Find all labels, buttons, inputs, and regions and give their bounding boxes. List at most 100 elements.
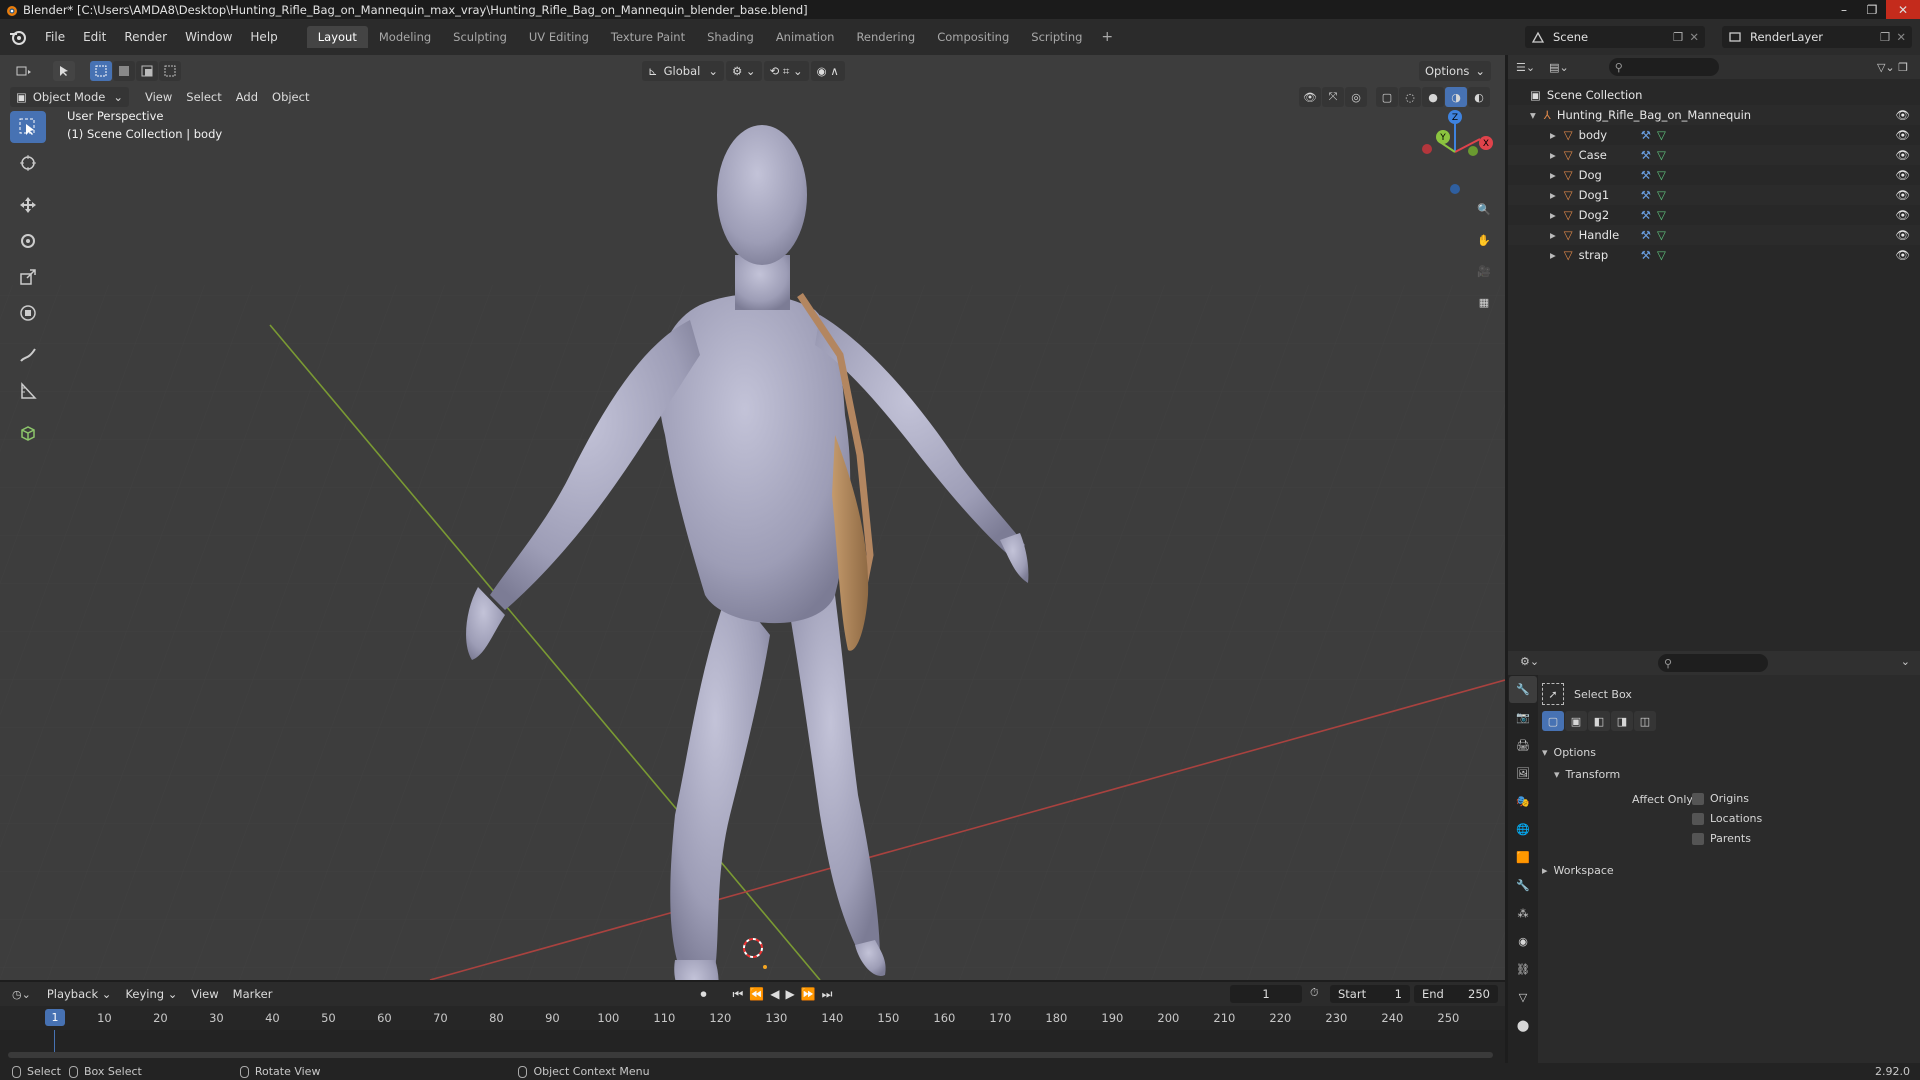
tab-shading[interactable]: Shading	[696, 26, 765, 48]
render-tab-icon[interactable]: 📷	[1509, 704, 1537, 731]
record-keyframes-icon[interactable]: ⏺	[700, 987, 706, 1002]
wireframe-shading-icon[interactable]: ◌	[1399, 87, 1421, 107]
expand-arrow-icon[interactable]: ▸	[1550, 148, 1556, 162]
keying-menu[interactable]: Keying ⌄	[119, 984, 183, 1004]
parents-checkbox[interactable]: Parents	[1692, 832, 1751, 845]
ortho-grid-icon[interactable]: ▦	[1470, 288, 1498, 316]
zoom-icon[interactable]: 🔍	[1470, 195, 1498, 223]
particles-tab-icon[interactable]: ⁂	[1509, 900, 1537, 927]
properties-search-input[interactable]: ⚲	[1658, 654, 1768, 672]
select-mode-extend-icon[interactable]: ▣	[1565, 711, 1587, 731]
workspace-section[interactable]: ▸ Workspace	[1542, 859, 1916, 881]
mesh-data-icon[interactable]: ▽	[1657, 128, 1666, 142]
timeline-scrollbar[interactable]	[8, 1052, 1493, 1058]
minimize-button[interactable]: –	[1830, 0, 1858, 19]
3d-viewport[interactable]: ⊾ Global ⌄ ⚙ ⌄ ⟲ ⌗ ⌄ ◉ ∧ Options ⌄ ▣ Obj…	[0, 55, 1505, 980]
tab-texture-paint[interactable]: Texture Paint	[600, 26, 696, 48]
outliner-collection-row[interactable]: ▾ ⅄ Hunting_Rifle_Bag_on_Mannequin 👁	[1508, 105, 1920, 125]
outliner-object-row[interactable]: ▸ ▽ Dog2 ⚒ ▽ 👁	[1508, 205, 1920, 225]
view-layer-selector[interactable]: RenderLayer ❐ ✕	[1722, 26, 1912, 48]
menu-edit[interactable]: Edit	[74, 27, 115, 47]
navigation-gizmo[interactable]: Z X Y	[1410, 107, 1500, 197]
modifier-tab-icon[interactable]: 🔧	[1509, 872, 1537, 899]
tab-sculpting[interactable]: Sculpting	[442, 26, 518, 48]
jump-start-icon[interactable]: ⏮	[732, 987, 743, 1002]
current-frame-field[interactable]: 1	[1230, 985, 1302, 1003]
timeline-view-menu[interactable]: View	[185, 984, 224, 1004]
xray-toggle-icon[interactable]: ▢	[1376, 87, 1398, 107]
select-mode-invert-icon[interactable]	[159, 61, 181, 81]
expand-arrow-icon[interactable]: ▸	[1550, 248, 1556, 262]
outliner-object-row[interactable]: ▸ ▽ Handle ⚒ ▽ 👁	[1508, 225, 1920, 245]
select-mode-new-icon[interactable]: ▢	[1542, 711, 1564, 731]
outliner-scene-collection[interactable]: ▣ Scene Collection	[1508, 85, 1920, 105]
properties-editor-icon[interactable]: ⚙⌄	[1520, 655, 1539, 668]
modifier-wrench-icon[interactable]: ⚒	[1641, 208, 1651, 222]
new-view-layer-icon[interactable]: ❐	[1880, 30, 1890, 44]
viewport-menu-object[interactable]: Object	[266, 87, 315, 107]
new-scene-icon[interactable]: ❐	[1673, 30, 1683, 44]
transform-tool-icon[interactable]	[10, 297, 46, 329]
measure-tool-icon[interactable]	[10, 375, 46, 407]
pivot-point-dropdown[interactable]: ⚙ ⌄	[725, 61, 762, 81]
timeline-ruler[interactable]: 1 10 20 30 40 50 60 70 80 90 100 110 120 130 140 150 16…	[0, 1006, 1505, 1030]
origins-checkbox[interactable]: Origins	[1692, 792, 1749, 805]
select-tool-icon[interactable]	[53, 61, 75, 81]
outliner-object-row[interactable]: ▸ ▽ Dog1 ⚒ ▽ 👁	[1508, 185, 1920, 205]
transform-orientation-dropdown[interactable]: ⊾ Global ⌄	[642, 61, 724, 81]
visibility-eye-icon[interactable]: 👁	[1895, 128, 1910, 142]
jump-keyframe-back-icon[interactable]: ⏪	[749, 987, 764, 1001]
transform-subsection[interactable]: ▾ Transform	[1542, 763, 1916, 785]
close-button[interactable]: ✕	[1886, 0, 1920, 19]
visibility-eye-icon[interactable]: 👁	[1895, 148, 1910, 162]
mesh-data-icon[interactable]: ▽	[1657, 248, 1666, 262]
select-mode-intersect-icon[interactable]: ◫	[1634, 711, 1656, 731]
viewport-menu-view[interactable]: View	[139, 87, 178, 107]
proportional-editing-toggle[interactable]: ◉ ∧	[810, 61, 845, 81]
mesh-data-icon[interactable]: ▽	[1657, 188, 1666, 202]
locations-checkbox[interactable]: Locations	[1692, 812, 1762, 825]
expand-arrow-icon[interactable]: ▸	[1550, 228, 1556, 242]
play-icon[interactable]: ▶	[785, 987, 794, 1001]
jump-end-icon[interactable]: ⏭	[822, 987, 833, 1002]
timeline-editor-icon[interactable]: ◷⌄	[12, 988, 31, 1001]
display-mode-icon[interactable]: ▤⌄	[1549, 61, 1569, 74]
playback-menu[interactable]: Playback ⌄	[41, 984, 118, 1004]
pan-hand-icon[interactable]: ✋	[1470, 226, 1498, 254]
material-shading-icon[interactable]: ◑	[1445, 87, 1467, 107]
remove-scene-icon[interactable]: ✕	[1689, 30, 1699, 44]
solid-shading-icon[interactable]: ●	[1422, 87, 1444, 107]
outliner-object-row[interactable]: ▸ ▽ Dog ⚒ ▽ 👁	[1508, 165, 1920, 185]
add-cube-tool-icon[interactable]	[10, 417, 46, 449]
menu-file[interactable]: File	[36, 27, 74, 47]
mesh-data-icon[interactable]: ▽	[1657, 148, 1666, 162]
rendered-shading-icon[interactable]: ◐	[1468, 87, 1490, 107]
visibility-eye-icon[interactable]: 👁	[1895, 228, 1910, 242]
tool-tab-icon[interactable]: 🔧	[1509, 676, 1537, 703]
options-section[interactable]: ▾ Options	[1542, 741, 1916, 763]
modifier-wrench-icon[interactable]: ⚒	[1641, 188, 1651, 202]
visibility-eye-icon[interactable]: 👁	[1895, 168, 1910, 182]
select-box-tool-icon[interactable]	[10, 111, 46, 143]
visibility-eye-icon[interactable]: 👁	[1895, 208, 1910, 222]
options-dropdown[interactable]: Options ⌄	[1418, 61, 1491, 81]
expand-arrow-icon[interactable]: ▸	[1550, 188, 1556, 202]
menu-render[interactable]: Render	[115, 27, 176, 47]
physics-tab-icon[interactable]: ◉	[1509, 928, 1537, 955]
camera-view-icon[interactable]: 🎥	[1470, 257, 1498, 285]
start-frame-field[interactable]: Start 1	[1330, 985, 1410, 1003]
tab-rendering[interactable]: Rendering	[845, 26, 926, 48]
move-tool-icon[interactable]	[10, 189, 46, 221]
tab-layout[interactable]: Layout	[306, 26, 368, 48]
material-tab-icon[interactable]: ⬤	[1509, 1012, 1537, 1039]
scale-tool-icon[interactable]	[10, 261, 46, 293]
overlay-toggle-icon[interactable]: ◎	[1345, 87, 1367, 107]
select-mode-extend-icon[interactable]	[113, 61, 135, 81]
select-mode-difference-icon[interactable]: ◨	[1611, 711, 1633, 731]
mesh-data-icon[interactable]: ▽	[1657, 208, 1666, 222]
tab-modeling[interactable]: Modeling	[368, 26, 442, 48]
modifier-wrench-icon[interactable]: ⚒	[1641, 228, 1651, 242]
select-mode-subtract-icon[interactable]: ◧	[1588, 711, 1610, 731]
tab-animation[interactable]: Animation	[765, 26, 846, 48]
data-tab-icon[interactable]: ▽	[1509, 984, 1537, 1011]
